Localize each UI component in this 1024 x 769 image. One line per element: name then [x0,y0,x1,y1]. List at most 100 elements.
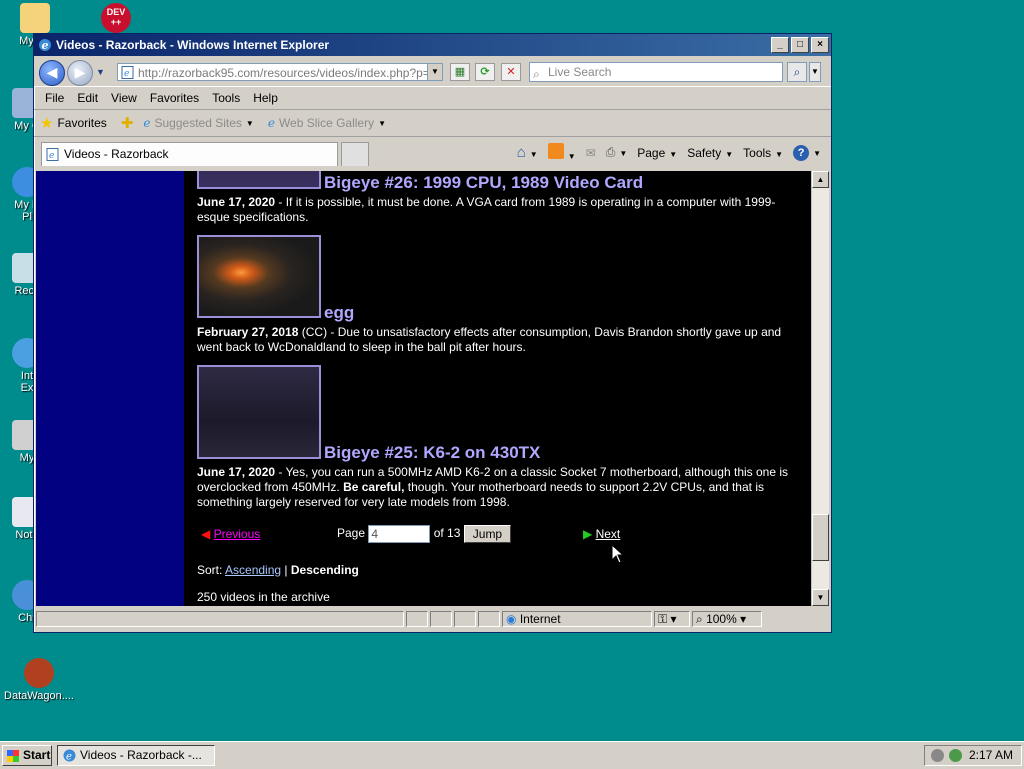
search-options-dropdown[interactable]: ▼ [809,62,821,82]
compatibility-view-button[interactable]: ▦ [450,63,470,81]
video-date: February 27, 2018 [197,325,299,339]
suggested-sites[interactable]: e Suggested Sites ▼ [143,116,253,130]
svg-text:e: e [66,752,72,763]
folder-icon [20,3,50,33]
page-content: Bigeye #26: 1999 CPU, 1989 Video Card Ju… [36,171,826,606]
globe-icon: ◉ [506,612,517,626]
close-button[interactable]: × [811,37,829,53]
refresh-button[interactable]: ⟳ [475,63,495,81]
ie-icon: e [39,39,51,52]
start-button[interactable]: Start [2,745,52,766]
menu-view[interactable]: View [106,91,145,105]
back-button[interactable]: ◀ [39,60,65,86]
address-dropdown[interactable]: ▼ [427,63,443,81]
command-bar: ⌂ ▼ ▼ ✉ ⎙ ▼ Page ▼ Safety ▼ Tools ▼ ? ▼ [517,143,821,162]
video-description: February 27, 2018 (CC) - Due to unsatisf… [197,325,782,354]
video-title-link[interactable]: Bigeye #25: K6-2 on 430TX [324,443,540,463]
scroll-thumb[interactable] [812,514,829,561]
favorites-bar: ★ Favorites ✚ e Suggested Sites ▼ e Web … [34,110,831,137]
previous-link[interactable]: ◀ Previous [201,527,260,541]
favorites-button[interactable]: ★ Favorites [40,114,107,132]
video-description: June 17, 2020 - If it is possible, it mu… [197,195,776,224]
page-number-input[interactable]: 4 [368,525,431,543]
video-thumbnail[interactable] [197,171,321,189]
menu-tools[interactable]: Tools [207,91,248,105]
vertical-scrollbar[interactable]: ▲ ▼ [811,171,829,606]
zoom-level[interactable]: ⌕ 100% ▾ [692,611,762,627]
next-link[interactable]: ▶ Next [583,527,620,541]
mouse-cursor-icon [611,544,623,564]
menu-bar: File Edit View Favorites Tools Help [34,86,831,110]
safety-menu[interactable]: Safety ▼ [687,146,733,160]
desktop-icon-datawagon[interactable]: DataWagon.... [4,658,74,702]
protected-mode-button[interactable]: ⚿ ▾ [654,611,690,627]
tray-icon-1[interactable] [931,749,944,762]
add-favorite-icon: ✚ [120,115,134,132]
magnifier-icon: ⌕ [793,65,801,79]
tools-menu[interactable]: Tools ▼ [743,146,783,160]
tab-videos-razorback[interactable]: e Videos - Razorback [41,142,338,166]
printer-icon: ⎙ [605,145,616,159]
rss-icon [547,143,564,159]
sort-ascending-link[interactable]: Ascending [225,563,281,577]
taskbar: Start e Videos - Razorback -... 2:17 AM [0,741,1024,769]
print-button[interactable]: ⎙ ▼ [606,145,628,160]
menu-edit[interactable]: Edit [72,91,106,105]
video-date: June 17, 2020 [197,465,276,479]
read-mail-button[interactable]: ✉ [586,146,596,160]
page-icon: e [143,116,151,130]
svg-text:e: e [124,69,129,79]
search-icon: ⌕ [533,67,540,81]
scroll-down-button[interactable]: ▼ [812,589,829,606]
window-titlebar[interactable]: e Videos - Razorback - Windows Internet … [34,34,831,56]
ie-window: e Videos - Razorback - Windows Internet … [33,33,832,633]
help-icon: ? [793,144,810,161]
sort-descending-current: Descending [290,563,359,577]
video-description: June 17, 2020 - Yes, you can run a 500MH… [197,465,789,509]
new-tab-button[interactable] [341,142,369,166]
chevron-down-icon: ▼ [378,118,387,128]
page-icon: e [121,66,134,79]
forward-button[interactable]: ▶ [67,60,93,86]
video-thumbnail[interactable] [197,365,321,459]
page-jump: Page 4 of 13 Jump [337,525,512,543]
system-tray: 2:17 AM [924,745,1022,766]
address-row: ◀ ▶ ▼ e http://razorback95.com/resources… [34,56,831,86]
web-slice-gallery[interactable]: e Web Slice Gallery ▼ [268,116,386,130]
scroll-up-button[interactable]: ▲ [812,171,829,188]
taskbar-item-ie[interactable]: e Videos - Razorback -... [57,745,215,766]
window-controls: _ □ × [771,37,829,53]
page-icon: e [267,116,275,130]
add-to-favorites-bar-button[interactable]: ✚ [121,114,138,132]
menu-help[interactable]: Help [248,91,286,105]
security-zone[interactable]: ◉ Internet [502,611,652,627]
page-icon: e [46,148,59,161]
status-bar: ◉ Internet ⚿ ▾ ⌕ 100% ▾ [36,609,829,629]
help-button[interactable]: ? ▼ [793,144,821,161]
address-bar[interactable]: e http://razorback95.com/resources/video… [117,63,441,81]
video-title-link[interactable]: Bigeye #26: 1999 CPU, 1989 Video Card [324,173,643,193]
feeds-button[interactable]: ▼ [547,143,576,162]
star-icon: ★ [40,115,54,132]
home-button[interactable]: ⌂ ▼ [517,144,538,161]
windows-logo-icon [7,750,19,762]
zoom-icon: ⌕ [696,612,703,626]
tray-icon-2[interactable] [949,749,962,762]
jump-button[interactable]: Jump [463,525,512,543]
page-menu[interactable]: Page ▼ [637,146,677,160]
stop-button[interactable]: ✕ [501,63,521,81]
search-input[interactable]: ⌕ Live Search [529,62,783,82]
minimize-button[interactable]: _ [771,37,789,53]
search-go-button[interactable]: ⌕ [787,62,807,82]
home-icon: ⌂ [516,144,526,161]
gear-icon [24,658,54,688]
tab-row: e Videos - Razorback ⌂ ▼ ▼ ✉ ⎙ ▼ Page ▼ Saf… [34,137,831,167]
maximize-button[interactable]: □ [791,37,809,53]
video-title-link[interactable]: egg [324,303,354,323]
desktop-icon-devcpp[interactable]: DEV ++ [81,3,151,35]
history-dropdown-icon[interactable]: ▼ [96,67,105,77]
menu-file[interactable]: File [40,91,72,105]
menu-favorites[interactable]: Favorites [145,91,207,105]
video-thumbnail[interactable] [197,235,321,318]
lock-icon: ⚿ [658,612,668,626]
